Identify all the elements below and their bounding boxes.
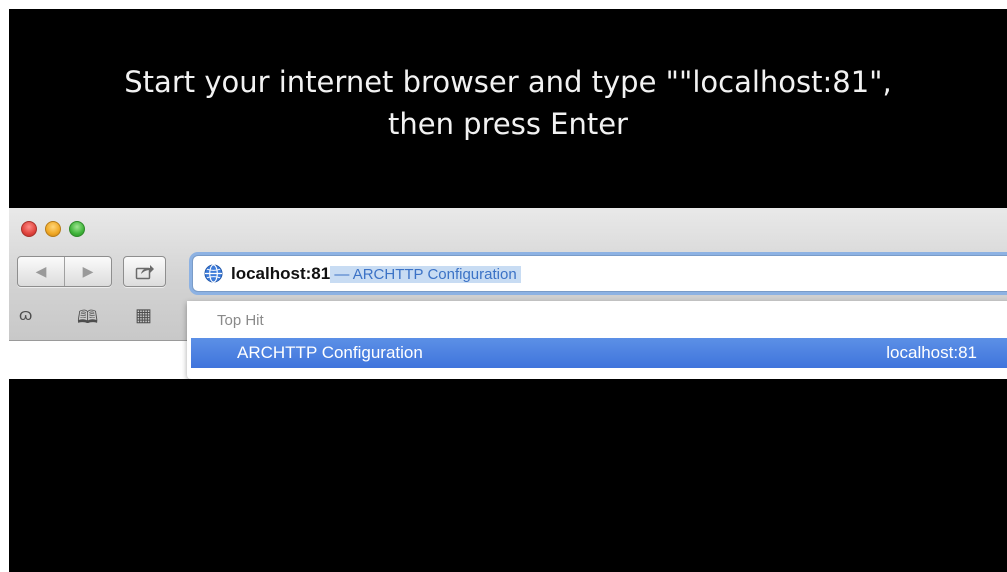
address-bar[interactable]: localhost:81 — ARCHTTP Configuration bbox=[192, 255, 1007, 292]
caption-line-2: then press Enter bbox=[387, 107, 628, 141]
suggestion-url: localhost:81 bbox=[886, 343, 977, 362]
autocomplete-suggestion: — ARCHTTP Configuration bbox=[330, 266, 521, 283]
share-button[interactable] bbox=[123, 256, 166, 287]
close-window-button[interactable] bbox=[21, 221, 37, 237]
instruction-caption: Start your internet browser and type ""l… bbox=[9, 61, 1007, 145]
grid-icon[interactable]: ▦ bbox=[135, 305, 152, 326]
zoom-window-button[interactable] bbox=[69, 221, 85, 237]
address-text: localhost:81 — ARCHTTP Configuration bbox=[231, 256, 521, 292]
minimize-window-button[interactable] bbox=[45, 221, 61, 237]
suggestions-header: Top Hit bbox=[217, 312, 264, 329]
globe-icon bbox=[204, 264, 223, 283]
suggestion-title: ARCHTTP Configuration bbox=[237, 343, 423, 362]
caption-line-1: Start your internet browser and type ""l… bbox=[124, 65, 892, 99]
book-icon[interactable]: 🕮 bbox=[77, 305, 98, 335]
typed-url: localhost:81 bbox=[231, 264, 331, 283]
back-arrow-icon[interactable]: ◀ bbox=[18, 257, 65, 286]
video-frame: Start your internet browser and type ""l… bbox=[9, 9, 1007, 572]
forward-arrow-icon[interactable]: ▶ bbox=[65, 257, 111, 286]
share-icon bbox=[135, 265, 154, 280]
suggestions-dropdown: Top Hit ARCHTTP Configuration localhost:… bbox=[187, 301, 1007, 379]
suggestion-item[interactable]: ARCHTTP Configuration localhost:81 bbox=[191, 338, 1007, 368]
browser-window: ◀ ▶ localhost:81 — ARCHTTP Configuration bbox=[9, 208, 1007, 379]
back-forward-group: ◀ ▶ bbox=[17, 256, 112, 287]
glasses-icon[interactable]: ɷ bbox=[19, 305, 32, 325]
